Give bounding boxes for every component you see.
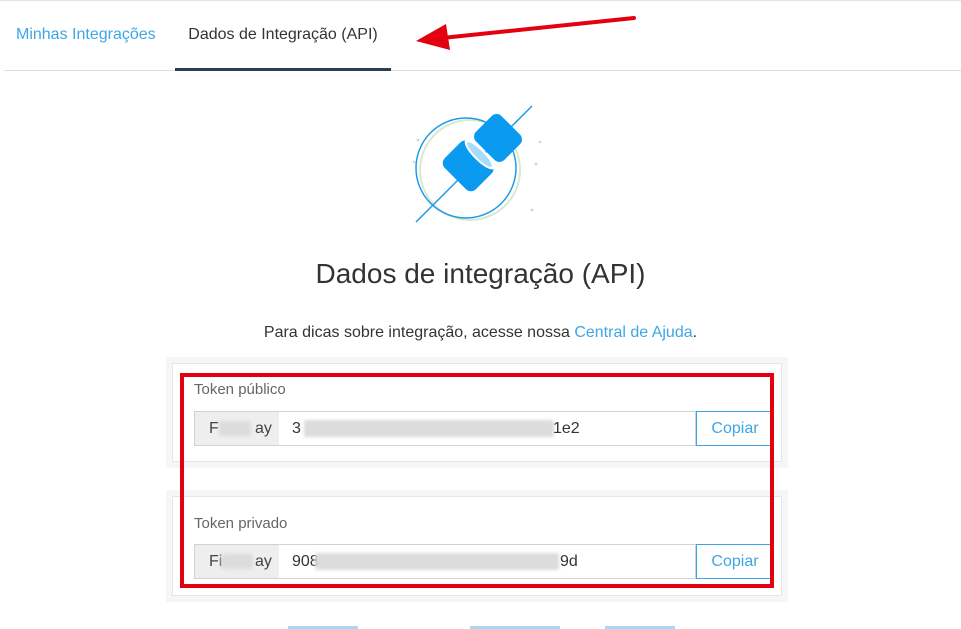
tab-dados-integracao-api[interactable]: Dados de Integração (API) xyxy=(175,0,391,71)
help-hint: Para dicas sobre integração, acesse noss… xyxy=(0,324,961,342)
annotation-arrow-icon xyxy=(416,16,636,50)
hint-text: Para dicas sobre integração, acesse noss… xyxy=(263,324,575,341)
help-center-link[interactable]: Central de Ajuda xyxy=(574,324,692,341)
annotation-highlight-box xyxy=(180,373,774,588)
page-title: Dados de integração (API) xyxy=(315,258,646,289)
cut-off-links xyxy=(288,626,675,629)
hint-suffix: . xyxy=(692,324,698,341)
plug-connection-icon xyxy=(412,105,542,223)
tab-minhas-integracoes[interactable]: Minhas Integrações xyxy=(16,0,156,70)
